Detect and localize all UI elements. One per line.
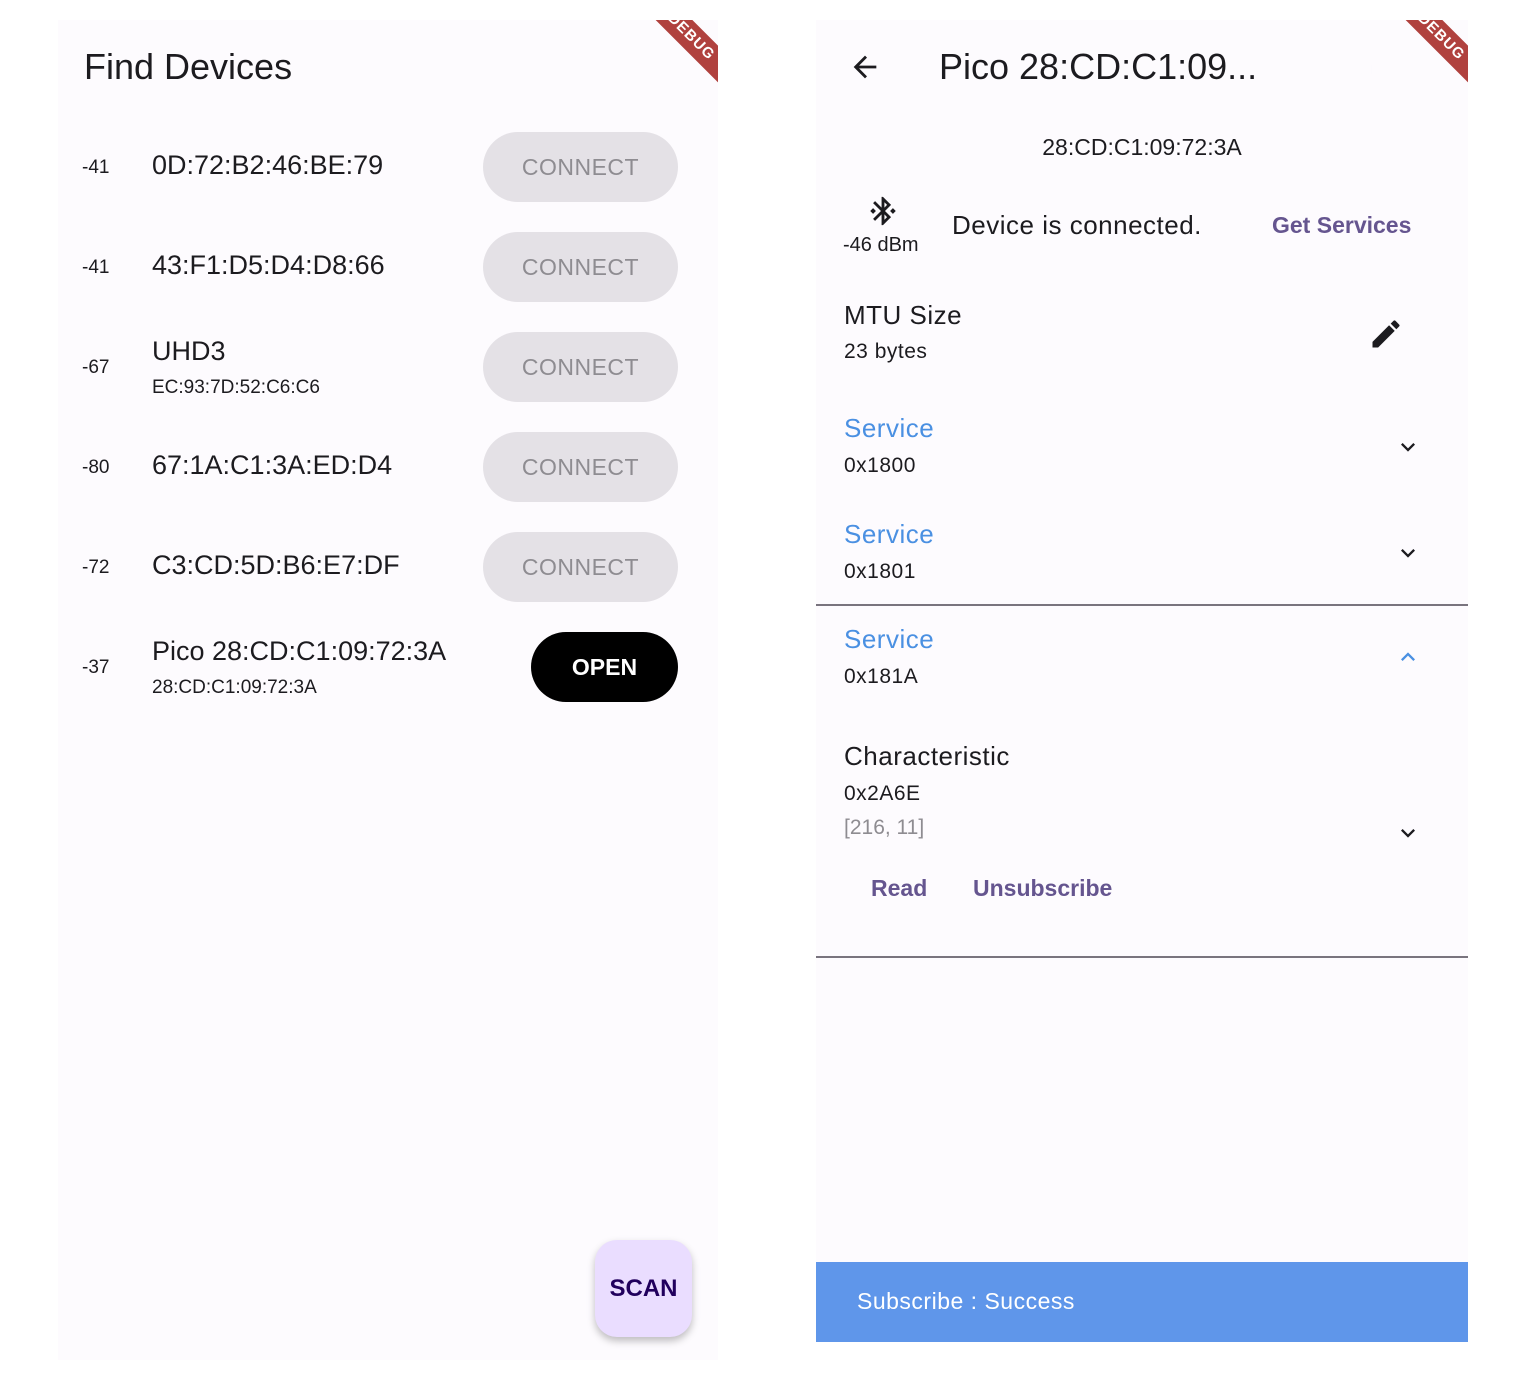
device-row: -37 Pico 28:CD:C1:09:72:3A 28:CD:C1:09:7… <box>58 616 718 716</box>
device-name: 67:1A:C1:3A:ED:D4 <box>152 450 393 480</box>
connect-button[interactable]: CONNECT <box>483 532 678 602</box>
device-mac: 28:CD:C1:09:72:3A <box>1042 134 1242 160</box>
disconnect-button[interactable]: DISCONNECT <box>1302 56 1441 80</box>
service-uuid: 0x1801 <box>844 560 916 583</box>
back-arrow-icon[interactable] <box>848 50 882 84</box>
service-uuid: 0x181A <box>844 665 919 688</box>
chevron-up-icon[interactable] <box>1394 643 1422 671</box>
mtu-label: MTU Size <box>844 300 963 330</box>
connect-button[interactable]: CONNECT <box>483 332 678 402</box>
divider <box>816 956 1468 958</box>
page-title: Find Devices <box>84 46 293 87</box>
device-name: 0D:72:B2:46:BE:79 <box>152 150 384 180</box>
device-address: EC:93:7D:52:C6:C6 <box>152 377 320 398</box>
connect-button[interactable]: CONNECT <box>483 232 678 302</box>
unsubscribe-button[interactable]: Unsubscribe <box>973 875 1112 902</box>
rssi-label: -80 <box>82 457 110 478</box>
device-row: -80 67:1A:C1:3A:ED:D4 CONNECT <box>58 416 718 516</box>
device-address: 28:CD:C1:09:72:3A <box>152 677 317 698</box>
find-devices-screen: DEBUG Find Devices -41 0D:72:B2:46:BE:79… <box>58 20 718 1360</box>
divider <box>816 604 1468 606</box>
characteristic-label: Characteristic <box>844 741 1010 771</box>
device-name: 43:F1:D5:D4:D8:66 <box>152 250 385 280</box>
service-label[interactable]: Service <box>844 413 934 444</box>
open-button[interactable]: OPEN <box>531 632 678 702</box>
connection-status: Device is connected. <box>952 210 1202 240</box>
debug-banner: DEBUG <box>635 20 718 93</box>
get-services-button[interactable]: Get Services <box>1272 212 1411 239</box>
device-name: Pico 28:CD:C1:09:72:3A <box>152 636 447 666</box>
device-row: -41 43:F1:D5:D4:D8:66 CONNECT <box>58 216 718 316</box>
page-title: Pico 28:CD:C1:09... <box>939 46 1258 87</box>
connect-button[interactable]: CONNECT <box>483 432 678 502</box>
rssi-label: -67 <box>82 357 110 378</box>
snackbar-message: Subscribe : Success <box>857 1288 1075 1314</box>
characteristic-value: [216, 11] <box>844 816 925 839</box>
device-name: C3:CD:5D:B6:E7:DF <box>152 550 400 580</box>
chevron-down-icon[interactable] <box>1394 433 1422 461</box>
service-label[interactable]: Service <box>844 624 934 655</box>
rssi-label: -41 <box>82 157 110 178</box>
service-label[interactable]: Service <box>844 519 934 550</box>
snackbar: Subscribe : Success <box>816 1262 1468 1342</box>
chevron-down-icon[interactable] <box>1394 819 1422 847</box>
device-name: UHD3 <box>152 336 226 366</box>
mtu-value: 23 bytes <box>844 340 928 363</box>
chevron-down-icon[interactable] <box>1394 539 1422 567</box>
device-row: -41 0D:72:B2:46:BE:79 CONNECT <box>58 116 718 216</box>
device-screen: DEBUG Pico 28:CD:C1:09... DISCONNECT 28:… <box>816 20 1468 1342</box>
device-row: -67 UHD3 EC:93:7D:52:C6:C6 CONNECT <box>58 316 718 416</box>
rssi-label: -41 <box>82 257 110 278</box>
service-uuid: 0x1800 <box>844 454 916 477</box>
connect-button[interactable]: CONNECT <box>483 132 678 202</box>
device-row: -72 C3:CD:5D:B6:E7:DF CONNECT <box>58 516 718 616</box>
bluetooth-connected-icon <box>870 196 896 226</box>
rssi-label: -72 <box>82 557 110 578</box>
read-button[interactable]: Read <box>871 875 927 902</box>
edit-icon[interactable] <box>1368 316 1404 352</box>
rssi-label: -37 <box>82 657 110 678</box>
characteristic-uuid: 0x2A6E <box>844 782 921 805</box>
scan-button[interactable]: SCAN <box>595 1240 692 1337</box>
rssi-label: -46 dBm <box>843 234 919 256</box>
